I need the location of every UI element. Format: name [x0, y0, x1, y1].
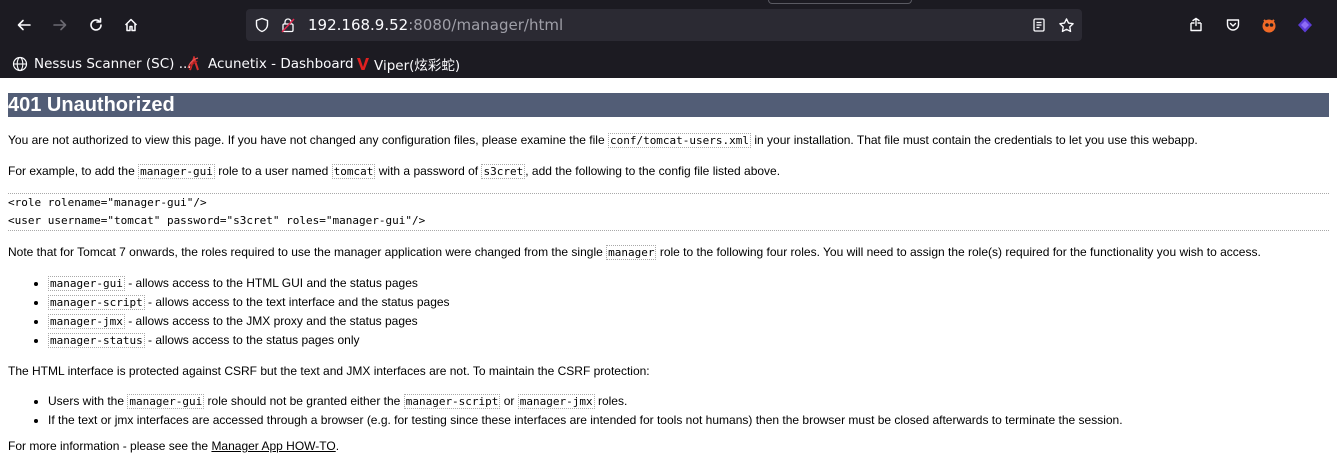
manager-howto-link[interactable]: Manager App HOW-TO — [211, 439, 335, 453]
text: , add the following to the config file l… — [525, 164, 781, 178]
bookmark-label: Acunetix - Dashboard — [208, 56, 354, 72]
text: - allows access to the text interface an… — [144, 295, 450, 309]
text: roles. — [594, 394, 628, 408]
home-button[interactable] — [118, 12, 144, 38]
text: . — [335, 439, 340, 453]
code-role-name: manager-gui — [127, 394, 205, 409]
reader-view-icon[interactable] — [1031, 17, 1047, 33]
config-example-block: <role rolename="manager-gui"/> <user user… — [8, 193, 1329, 231]
text: You are not authorized to view this page… — [8, 133, 608, 147]
save-icon — [1190, 17, 1202, 32]
page-content: 401 Unauthorized You are not authorized … — [0, 78, 1337, 455]
bookmark-star-icon[interactable] — [1058, 17, 1075, 34]
text: in your installation. That file must con… — [751, 133, 1198, 147]
lock-icon[interactable] — [280, 17, 296, 33]
list-item: manager-script - allows access to the te… — [48, 293, 1329, 312]
text: role to the following four roles. You wi… — [656, 245, 1261, 259]
code-role-name: manager-script — [48, 295, 145, 310]
pocket-icon — [1226, 19, 1240, 31]
code-username: tomcat — [331, 164, 376, 179]
code-manager: manager — [606, 245, 657, 260]
csrf-paragraph: The HTML interface is protected against … — [8, 364, 650, 378]
extension-icon — [1262, 19, 1276, 33]
url-bar[interactable]: 192.168.9.52:8080/manager/html — [246, 9, 1082, 41]
code-role-name: manager-gui — [48, 276, 125, 291]
bookmarks-toolbar: Nessus Scanner (SC) ... Acunetix - Dashb… — [0, 50, 1337, 78]
text: - allows access to the status pages only — [144, 333, 360, 347]
save-to-library-button[interactable] — [1183, 12, 1209, 38]
extension2-button[interactable] — [1292, 12, 1318, 38]
bookmark-label: Nessus Scanner (SC) ... — [34, 56, 192, 72]
text: Note that for Tomcat 7 onwards, the role… — [8, 245, 607, 259]
bookmark-label: Viper(炫彩蛇) — [374, 58, 461, 74]
text: or — [500, 394, 518, 408]
url-host: 192.168.9.52 — [308, 16, 409, 34]
roles-note-paragraph: Note that for Tomcat 7 onwards, the role… — [8, 243, 1329, 262]
bookmark-nessus[interactable]: Nessus Scanner (SC) ... — [12, 54, 192, 74]
extension-button[interactable] — [1256, 12, 1282, 38]
code-role: manager-gui — [138, 164, 215, 179]
list-item: If the text or jmx interfaces are access… — [48, 411, 1329, 429]
home-icon — [124, 18, 138, 32]
text: - allows access to the JMX proxy and the… — [124, 314, 418, 328]
back-icon — [17, 19, 31, 31]
code-role-name: manager-script — [403, 394, 501, 409]
config-line-role: <role rolename="manager-gui"/> — [8, 196, 207, 209]
list-item: manager-jmx - allows access to the JMX p… — [48, 312, 1329, 331]
url-text[interactable]: 192.168.9.52:8080/manager/html — [308, 9, 563, 41]
acunetix-icon — [187, 56, 199, 71]
text: For example, to add the — [8, 164, 139, 178]
globe-icon — [12, 56, 28, 72]
viper-icon — [357, 58, 369, 70]
forward-button[interactable] — [47, 12, 73, 38]
text: role should not be granted either the — [204, 394, 404, 408]
back-button[interactable] — [11, 12, 37, 38]
reload-button[interactable] — [83, 12, 109, 38]
code-role-name: manager-jmx — [517, 394, 595, 409]
code-config-file: conf/tomcat-users.xml — [607, 133, 752, 148]
shield-icon[interactable] — [254, 17, 270, 33]
list-item: manager-status - allows access to the st… — [48, 331, 1329, 350]
text: - allows access to the HTML GUI and the … — [124, 276, 418, 290]
text: For more information - please see the — [8, 439, 212, 453]
tab-indicator — [768, 0, 912, 4]
csrf-list: Users with the manager-gui role should n… — [8, 392, 1329, 429]
pocket-button[interactable] — [1220, 12, 1246, 38]
forward-icon — [53, 19, 67, 31]
list-item: Users with the manager-gui role should n… — [48, 392, 1329, 411]
code-role-name: manager-status — [48, 333, 145, 348]
text: Users with the — [48, 394, 128, 408]
browser-navbar: 192.168.9.52:8080/manager/html — [0, 0, 1337, 50]
url-path: :8080/manager/html — [408, 16, 564, 34]
code-password: s3cret — [481, 164, 526, 179]
page-title: 401 Unauthorized — [8, 93, 1329, 117]
more-info-paragraph: For more information - please see the Ma… — [8, 437, 1329, 455]
list-item: manager-gui - allows access to the HTML … — [48, 274, 1329, 293]
intro-paragraph: You are not authorized to view this page… — [8, 131, 1329, 150]
text: with a password of — [375, 164, 482, 178]
bookmark-viper[interactable]: Viper(炫彩蛇) — [356, 54, 460, 74]
extension2-icon — [1298, 17, 1312, 33]
bookmark-acunetix[interactable]: Acunetix - Dashboard — [186, 54, 354, 74]
example-paragraph: For example, to add the manager-gui role… — [8, 162, 1329, 181]
code-role-name: manager-jmx — [48, 314, 125, 329]
config-line-user: <user username="tomcat" password="s3cret… — [8, 214, 426, 227]
text: role to a user named — [214, 164, 332, 178]
roles-list: manager-gui - allows access to the HTML … — [8, 274, 1329, 350]
reload-icon — [90, 17, 102, 31]
